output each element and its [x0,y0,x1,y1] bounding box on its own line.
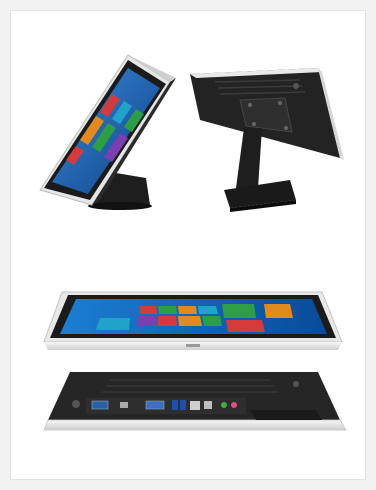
rear-ports-view [43,372,347,431]
flat-front-view [43,291,343,350]
angled-rear-view [190,68,344,212]
product-photo [39,54,347,431]
angled-front-view [39,54,176,210]
